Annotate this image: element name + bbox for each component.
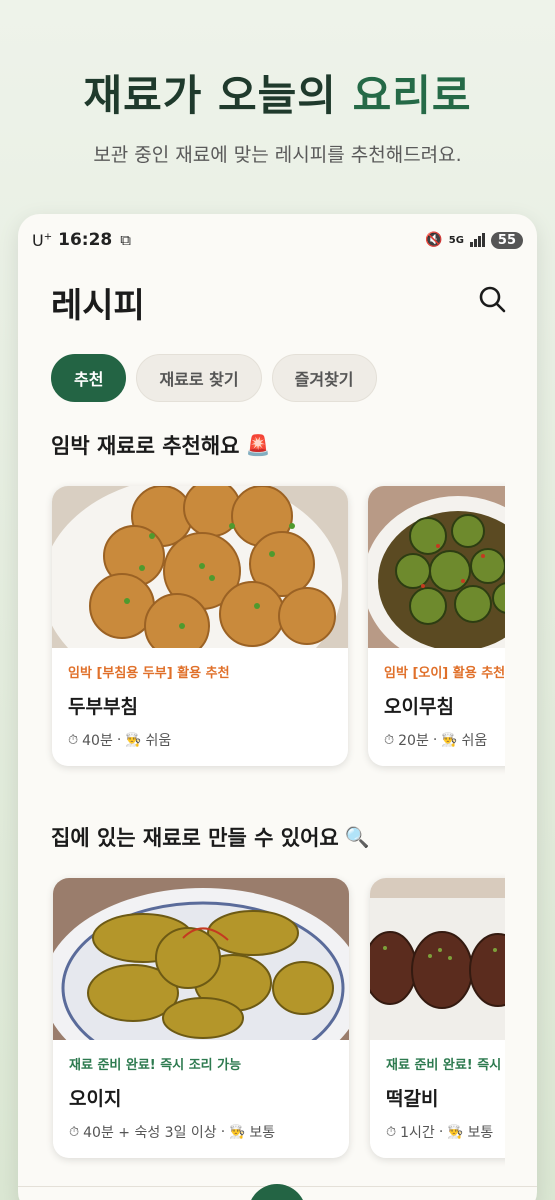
recipe-tag: 재료 준비 완료! 즉시 조리 가능 — [69, 1058, 242, 1073]
recipe-meta: ⏱ 1시간 · 👨‍🍳 보통 — [386, 1124, 494, 1141]
recipe-card-oiji[interactable]: 재료 준비 완료! 즉시 조리 가능 오이지 ⏱ 40분 + 숙성 3일 이상 … — [53, 878, 349, 1158]
recipe-name: 오이무침 — [384, 696, 454, 718]
timer-icon: ⏱ — [68, 732, 79, 748]
recipe-photo-tofu — [52, 486, 348, 648]
recipe-time: 40분 — [82, 733, 113, 749]
recipe-carousel-area: 임박 [부침용 두부] 활용 추천 두부부침 ⏱ 40분 · 👨‍🍳 쉬움 — [18, 214, 505, 1200]
recipe-name: 두부부침 — [68, 696, 138, 718]
recipe-meta: ⏱ 40분 · 👨‍🍳 쉬움 — [68, 732, 172, 749]
recipe-name: 오이지 — [69, 1088, 122, 1110]
recipe-tag: 재료 준비 완료! 즉시 조리 가능 — [386, 1058, 505, 1073]
timer-icon: ⏱ — [384, 732, 395, 748]
phone-screen: U+ 16:28 ⧉ 🔇 5G 55 레시피 추천 재료로 찾기 즐겨찾기 임박… — [18, 214, 537, 1200]
recipe-difficulty: 보통 — [467, 1125, 494, 1141]
recipe-name: 떡갈비 — [386, 1088, 439, 1110]
hero-title: 재료가 오늘의 요리로 — [0, 62, 555, 123]
chef-icon: 👨‍🍳 — [447, 1124, 464, 1140]
recipe-photo-tteokgalbi — [370, 878, 505, 1040]
recipe-card-tofu[interactable]: 임박 [부침용 두부] 활용 추천 두부부침 ⏱ 40분 · 👨‍🍳 쉬움 — [52, 486, 348, 766]
recipe-time: 40분 + 숙성 3일 이상 — [83, 1125, 217, 1141]
section-title-at-home: 집에 있는 재료로 만들 수 있어요 🔍 — [51, 825, 370, 850]
recipe-difficulty: 쉬움 — [145, 733, 172, 749]
timer-icon: ⏱ — [69, 1124, 80, 1140]
chef-icon: 👨‍🍳 — [229, 1124, 246, 1140]
recipe-tag: 임박 [부침용 두부] 활용 추천 — [68, 666, 230, 681]
timer-icon: ⏱ — [386, 1124, 397, 1140]
recipe-card-tteokgalbi[interactable]: 재료 준비 완료! 즉시 조리 가능 떡갈비 ⏱ 1시간 · 👨‍🍳 보통 — [370, 878, 505, 1158]
recipe-time: 1시간 — [400, 1125, 435, 1141]
recipe-meta: ⏱ 20분 · 👨‍🍳 쉬움 — [384, 732, 488, 749]
magnifier-icon: 🔍 — [344, 825, 370, 849]
recipe-difficulty: 보통 — [249, 1125, 276, 1141]
recipe-photo-oiji — [53, 878, 349, 1040]
recipe-tag: 임박 [오이] 활용 추천 — [384, 666, 505, 681]
recipe-difficulty: 쉬움 — [461, 733, 488, 749]
recipe-meta: ⏱ 40분 + 숙성 3일 이상 · 👨‍🍳 보통 — [69, 1124, 276, 1141]
recipe-card-cucumber-salad[interactable]: 임박 [오이] 활용 추천 오이무침 ⏱ 20분 · 👨‍🍳 쉬움 — [368, 486, 505, 766]
chef-icon: 👨‍🍳 — [125, 732, 142, 748]
recipe-time: 20분 — [398, 733, 429, 749]
hero-title-main: 재료가 오늘의 — [83, 71, 353, 120]
hero-subtitle: 보관 중인 재료에 맞는 레시피를 추천해드려요. — [93, 144, 462, 166]
chef-icon: 👨‍🍳 — [441, 732, 458, 748]
recipe-photo-cucumber-salad — [368, 486, 505, 648]
hero-title-accent: 요리로 — [352, 71, 472, 120]
